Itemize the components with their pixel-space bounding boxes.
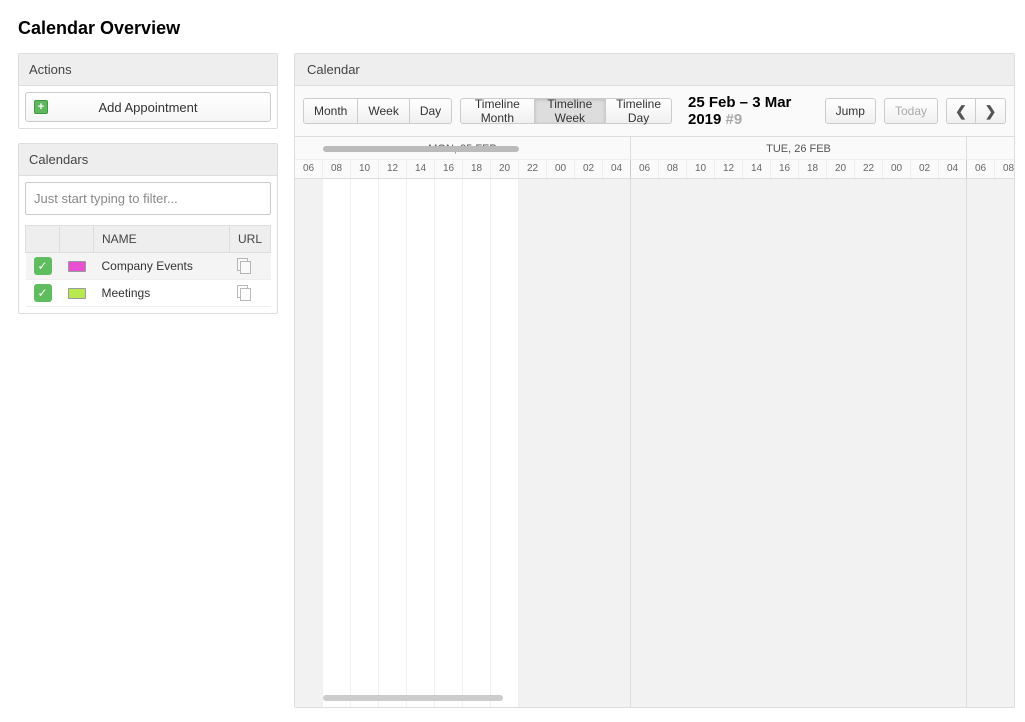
timeline-cell[interactable] xyxy=(883,179,911,707)
timeline-cell[interactable] xyxy=(575,179,603,707)
calendar-toolbar: MonthWeekDay Timeline MonthTimeline Week… xyxy=(295,85,1014,136)
timeline-grid[interactable] xyxy=(295,179,1014,707)
hour-header: 22 xyxy=(855,160,883,178)
hour-header: 16 xyxy=(771,160,799,178)
timeline-cell[interactable] xyxy=(687,179,715,707)
col-name: NAME xyxy=(94,226,230,253)
add-appointment-label: Add Appointment xyxy=(98,100,197,115)
hour-header: 08 xyxy=(995,160,1014,178)
hour-header: 08 xyxy=(323,160,351,178)
day-header: TUE, 26 FEB xyxy=(631,137,967,160)
hour-header: 18 xyxy=(799,160,827,178)
timeline-cell[interactable] xyxy=(519,179,547,707)
chevron-left-icon: ❮ xyxy=(955,103,967,120)
timeline-cell[interactable] xyxy=(827,179,855,707)
hour-header: 14 xyxy=(407,160,435,178)
calendar-name: Meetings xyxy=(94,280,230,307)
copy-url-icon[interactable] xyxy=(237,258,251,272)
table-row[interactable]: ✓ Company Events xyxy=(26,253,271,280)
sidebar: Actions + Add Appointment Calendars xyxy=(18,53,278,328)
timeline-cell[interactable] xyxy=(799,179,827,707)
hour-header: 10 xyxy=(687,160,715,178)
page-title: Calendar Overview xyxy=(18,18,1015,39)
hour-header: 20 xyxy=(827,160,855,178)
timeline-cell[interactable] xyxy=(323,179,351,707)
timeline-range-scrollbar[interactable] xyxy=(323,146,519,152)
hour-header: 16 xyxy=(435,160,463,178)
col-url: URL xyxy=(229,226,270,253)
timeline-cell[interactable] xyxy=(407,179,435,707)
add-appointment-button[interactable]: + Add Appointment xyxy=(25,92,271,122)
timeline-cell[interactable] xyxy=(379,179,407,707)
plus-icon: + xyxy=(34,100,48,114)
timeline-cell[interactable] xyxy=(995,179,1014,707)
hour-header: 06 xyxy=(967,160,995,178)
timeline-cell[interactable] xyxy=(967,179,995,707)
horizontal-scrollbar[interactable] xyxy=(323,695,503,701)
calendar-color-swatch xyxy=(68,261,86,272)
view-week[interactable]: Week xyxy=(358,98,409,124)
table-row[interactable]: ✓ Meetings xyxy=(26,280,271,307)
timeline-cell[interactable] xyxy=(855,179,883,707)
hour-header: 18 xyxy=(463,160,491,178)
date-range: 25 Feb – 3 Mar 2019 #9 xyxy=(688,94,805,128)
timeline-cell[interactable] xyxy=(659,179,687,707)
timeline: MON, 25 FEBTUE, 26 FEBWED, 27 FEB 060810… xyxy=(295,136,1014,707)
hour-header: 08 xyxy=(659,160,687,178)
hour-header: 04 xyxy=(939,160,967,178)
view-timeline-week[interactable]: Timeline Week xyxy=(535,98,607,124)
calendar-color-swatch xyxy=(68,288,86,299)
hour-header: 06 xyxy=(631,160,659,178)
timeline-cell[interactable] xyxy=(491,179,519,707)
calendar-name: Company Events xyxy=(94,253,230,280)
timeline-cell[interactable] xyxy=(715,179,743,707)
timeline-cell[interactable] xyxy=(771,179,799,707)
hour-header: 20 xyxy=(491,160,519,178)
actions-panel: Actions + Add Appointment xyxy=(18,53,278,129)
hour-header: 10 xyxy=(351,160,379,178)
view-day[interactable]: Day xyxy=(410,98,452,124)
hour-header: 06 xyxy=(295,160,323,178)
calendars-table: NAME URL ✓ Company Events ✓ Meetings xyxy=(25,225,271,307)
timeline-cell[interactable] xyxy=(631,179,659,707)
timeline-cell[interactable] xyxy=(295,179,323,707)
timeline-cell[interactable] xyxy=(547,179,575,707)
calendar-main: Calendar MonthWeekDay Timeline MonthTime… xyxy=(294,53,1015,708)
hour-header: 14 xyxy=(743,160,771,178)
calendars-panel: Calendars NAME URL ✓ Company Events ✓ xyxy=(18,143,278,314)
timeline-cell[interactable] xyxy=(463,179,491,707)
hour-header: 22 xyxy=(519,160,547,178)
view-timeline-month[interactable]: Timeline Month xyxy=(460,98,534,124)
calendar-checkbox[interactable]: ✓ xyxy=(34,257,52,275)
calendar-filter-input[interactable] xyxy=(25,182,271,215)
day-header: WED, 27 FEB xyxy=(967,137,1014,160)
prev-button[interactable]: ❮ xyxy=(946,98,976,124)
hour-header: 02 xyxy=(911,160,939,178)
copy-url-icon[interactable] xyxy=(237,285,251,299)
hour-header: 00 xyxy=(883,160,911,178)
next-button[interactable]: ❯ xyxy=(976,98,1006,124)
calendars-header: Calendars xyxy=(19,144,277,176)
timeline-cell[interactable] xyxy=(351,179,379,707)
hour-header: 12 xyxy=(715,160,743,178)
view-month[interactable]: Month xyxy=(303,98,358,124)
timeline-cell[interactable] xyxy=(603,179,631,707)
jump-button[interactable]: Jump xyxy=(825,98,876,124)
timeline-cell[interactable] xyxy=(435,179,463,707)
calendar-checkbox[interactable]: ✓ xyxy=(34,284,52,302)
hour-header: 00 xyxy=(547,160,575,178)
calendar-header: Calendar xyxy=(295,54,1014,85)
hour-header: 12 xyxy=(379,160,407,178)
hour-header: 04 xyxy=(603,160,631,178)
view-timeline-day[interactable]: Timeline Day xyxy=(606,98,672,124)
today-button[interactable]: Today xyxy=(884,98,938,124)
timeline-cell[interactable] xyxy=(939,179,967,707)
timeline-cell[interactable] xyxy=(743,179,771,707)
actions-header: Actions xyxy=(19,54,277,86)
chevron-right-icon: ❯ xyxy=(985,103,997,120)
hour-header: 02 xyxy=(575,160,603,178)
timeline-cell[interactable] xyxy=(911,179,939,707)
